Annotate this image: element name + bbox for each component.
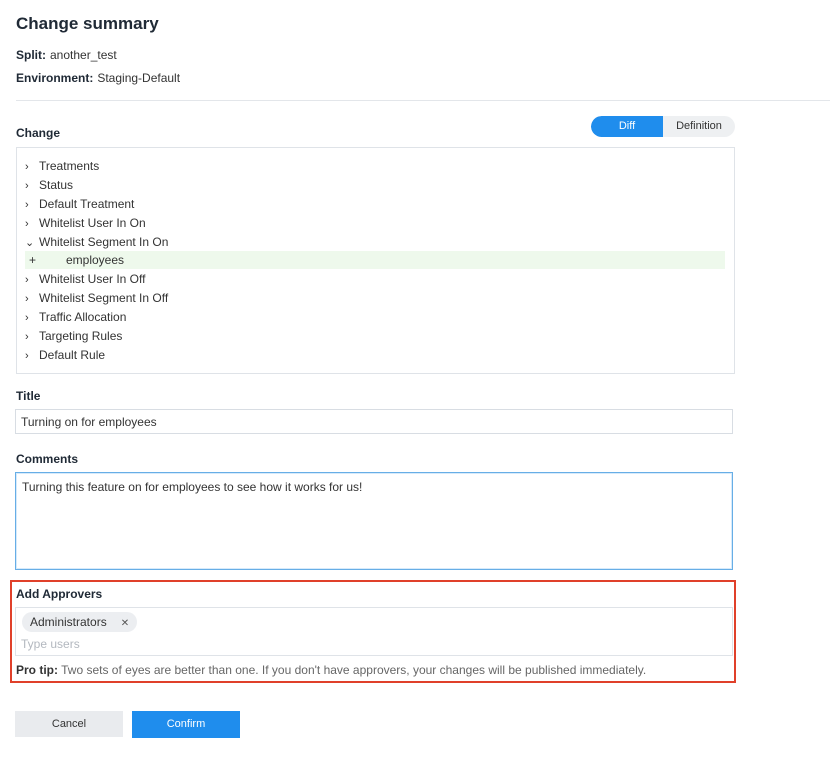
comments-label: Comments <box>16 452 79 466</box>
chevron-right-icon: › <box>25 218 29 230</box>
cancel-button[interactable]: Cancel <box>15 711 123 737</box>
approver-chip-label: Administrators <box>30 615 107 629</box>
chevron-right-icon: › <box>25 350 29 362</box>
pro-tip: Pro tip: Two sets of eyes are better tha… <box>16 663 646 677</box>
pro-tip-label: Pro tip: <box>16 663 58 677</box>
tree-item-label: Whitelist User In Off <box>39 272 146 286</box>
tree-item-label: Targeting Rules <box>39 329 123 343</box>
divider <box>16 100 830 101</box>
add-approvers-label: Add Approvers <box>16 587 103 601</box>
tree-item-whitelist-segment-in-off[interactable]: › Whitelist Segment In Off <box>25 289 168 308</box>
chevron-right-icon: › <box>25 331 29 343</box>
chevron-right-icon: › <box>25 180 29 192</box>
tree-item-whitelist-user-in-on[interactable]: › Whitelist User In On <box>25 214 146 233</box>
split-row: Split: another_test <box>16 48 117 62</box>
environment-row: Environment: Staging-Default <box>16 71 180 85</box>
chevron-right-icon: › <box>25 161 29 173</box>
tree-item-treatments[interactable]: › Treatments <box>25 157 99 176</box>
page-title: Change summary <box>16 14 159 33</box>
chevron-right-icon: › <box>25 199 29 211</box>
added-diff-row: + employees <box>25 251 725 269</box>
tree-item-label: Whitelist User In On <box>39 216 146 230</box>
tree-item-label: Whitelist Segment In Off <box>39 291 169 305</box>
environment-label: Environment: <box>16 71 94 85</box>
chevron-right-icon: › <box>25 312 29 324</box>
remove-chip-icon[interactable]: ✕ <box>121 618 129 629</box>
view-toggle: Diff Definition <box>591 116 735 137</box>
change-label: Change <box>16 126 61 140</box>
tree-item-targeting-rules[interactable]: › Targeting Rules <box>25 327 122 346</box>
title-label: Title <box>16 389 41 403</box>
tree-item-traffic-allocation[interactable]: › Traffic Allocation <box>25 308 126 327</box>
added-marker: + <box>29 253 37 267</box>
environment-value: Staging-Default <box>97 71 181 85</box>
definition-tab[interactable]: Definition <box>663 116 735 137</box>
tree-item-status[interactable]: › Status <box>25 176 73 195</box>
tree-item-label: Status <box>39 178 74 192</box>
tree-item-label: Traffic Allocation <box>39 310 127 324</box>
split-value: another_test <box>50 48 117 62</box>
tree-item-label: Default Rule <box>39 348 106 362</box>
tree-item-label: Treatments <box>39 159 100 173</box>
comments-textarea[interactable]: Turning this feature on for employees to… <box>15 472 733 570</box>
change-tree: › Treatments › Status › Default Treatment ›… <box>16 147 735 374</box>
chevron-right-icon: › <box>25 293 29 305</box>
title-input[interactable]: Turning on for employees <box>15 409 733 434</box>
tree-item-default-treatment[interactable]: › Default Treatment <box>25 195 134 214</box>
tree-item-whitelist-segment-in-on[interactable]: ⌄ Whitelist Segment In On <box>25 233 168 252</box>
tree-item-whitelist-user-in-off[interactable]: › Whitelist User In Off <box>25 270 145 289</box>
added-value: employees <box>66 253 125 267</box>
confirm-button[interactable]: Confirm <box>132 711 240 738</box>
tree-item-label: Default Treatment <box>39 197 135 211</box>
tree-item-label: Whitelist Segment In On <box>39 235 169 249</box>
diff-tab[interactable]: Diff <box>591 116 663 137</box>
approvers-placeholder[interactable]: Type users <box>21 637 80 651</box>
tree-item-default-rule[interactable]: › Default Rule <box>25 346 105 365</box>
approver-chip: Administrators ✕ <box>22 612 138 632</box>
split-label: Split: <box>16 48 46 62</box>
chevron-right-icon: › <box>25 274 29 286</box>
pro-tip-text: Two sets of eyes are better than one. If… <box>61 663 647 677</box>
